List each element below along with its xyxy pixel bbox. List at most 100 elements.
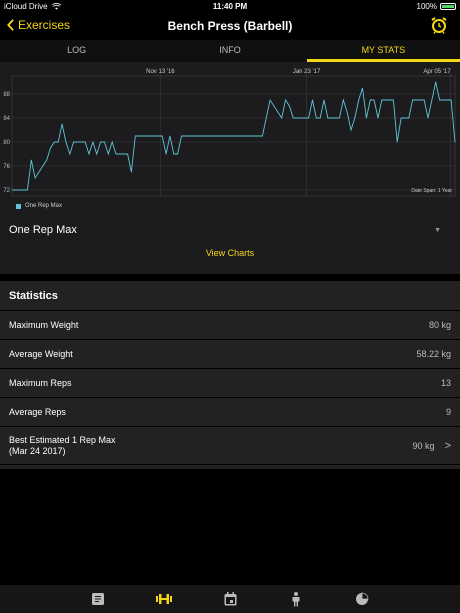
stat-row-maximum-weight: Maximum Weight 80 kg	[0, 311, 460, 340]
data-point	[412, 99, 413, 101]
metric-selector[interactable]: One Rep Max ▼	[9, 224, 441, 236]
chart-legend: One Rep Max	[16, 203, 62, 209]
data-point	[69, 153, 71, 155]
data-point	[77, 141, 78, 143]
data-point	[289, 105, 290, 107]
data-point	[23, 189, 24, 191]
person-icon	[292, 591, 300, 606]
data-point	[446, 99, 448, 101]
tab-workouts[interactable]	[89, 590, 107, 608]
data-point	[273, 105, 275, 107]
tab-exercises[interactable]	[155, 590, 173, 608]
y-tick-label: 84	[3, 116, 10, 122]
notebook-icon	[92, 593, 104, 605]
data-point	[65, 141, 67, 143]
data-point	[42, 165, 44, 167]
best-1rm-label: Best Estimated 1 Rep Max (Mar 24 2017)	[9, 435, 116, 457]
data-point	[423, 99, 425, 101]
tab-body[interactable]	[287, 590, 305, 608]
data-point	[192, 135, 194, 137]
tab-calendar[interactable]	[221, 590, 239, 608]
y-tick-label: 88	[3, 92, 10, 98]
data-point	[366, 117, 367, 119]
data-point	[393, 99, 394, 101]
data-point	[127, 153, 128, 155]
data-point	[327, 117, 329, 119]
data-point	[235, 135, 236, 137]
data-point	[184, 135, 186, 137]
data-point	[154, 135, 155, 137]
data-point	[238, 135, 240, 137]
data-point	[323, 99, 325, 101]
data-point	[104, 141, 105, 143]
stat-label: Maximum Weight	[9, 320, 79, 330]
clock: 11:40 PM	[212, 2, 248, 11]
view-charts-button[interactable]: View Charts	[0, 248, 460, 258]
stat-row-maximum-reps: Maximum Reps 13	[0, 369, 460, 398]
legend-swatch	[16, 203, 21, 209]
stat-label: Average Weight	[9, 349, 73, 359]
data-point	[304, 117, 306, 119]
data-point	[111, 141, 113, 143]
data-point	[15, 189, 17, 191]
data-point	[173, 153, 175, 155]
data-point	[196, 135, 198, 137]
nav-bar: Exercises Bench Press (Barbell)	[0, 14, 460, 38]
dumbbell-icon	[156, 594, 172, 604]
data-point	[61, 123, 63, 125]
alarm-clock-button[interactable]	[430, 16, 448, 39]
data-point	[57, 141, 59, 143]
data-point	[150, 135, 152, 137]
data-point	[396, 141, 398, 143]
x-tick-label: Apr 05 '17	[423, 69, 451, 75]
data-point	[46, 159, 48, 161]
data-point	[200, 135, 202, 137]
data-point	[296, 117, 298, 119]
data-point	[165, 153, 167, 155]
data-point	[50, 147, 51, 149]
best-1rm-value: 90 kg	[412, 440, 435, 451]
data-point	[427, 117, 429, 119]
data-point	[142, 135, 144, 137]
data-point	[439, 99, 440, 101]
data-point	[258, 135, 259, 137]
data-point	[123, 153, 125, 155]
data-point	[100, 141, 101, 143]
statistics-panel: Statistics Maximum Weight 80 kg Average …	[0, 281, 460, 469]
tab-info[interactable]: INFO	[153, 40, 306, 62]
data-point	[346, 111, 348, 113]
x-tick-label: Nov 13 '16	[146, 69, 175, 75]
data-point	[11, 189, 13, 191]
battery-icon	[440, 3, 456, 10]
data-point	[443, 99, 444, 101]
data-point	[250, 135, 252, 137]
date-span-annotation: Date Span: 1 Year	[411, 188, 452, 194]
tab-stats[interactable]	[353, 590, 371, 608]
data-point	[450, 99, 452, 101]
best-1rm-title: Best Estimated 1 Rep Max	[9, 434, 116, 445]
data-point	[227, 135, 229, 137]
data-point	[358, 99, 360, 101]
data-point	[335, 117, 336, 119]
data-point	[416, 99, 417, 101]
data-point	[285, 99, 286, 101]
data-point	[231, 135, 232, 137]
statistics-title: Statistics	[0, 281, 460, 311]
caret-down-icon: ▼	[434, 226, 441, 234]
status-right: 100%	[417, 2, 456, 11]
stat-row-best-1rm[interactable]: Best Estimated 1 Rep Max (Mar 24 2017) 9…	[0, 427, 460, 465]
tab-my-stats[interactable]: MY STATS	[306, 40, 460, 62]
stat-value: 9	[445, 407, 451, 417]
stat-label: Average Reps	[9, 407, 66, 417]
data-point	[312, 99, 313, 101]
data-point	[208, 135, 209, 137]
tab-log[interactable]: LOG	[0, 40, 153, 62]
data-point	[107, 153, 109, 155]
data-point	[219, 135, 221, 137]
one-rep-max-chart[interactable]: 72 76 80 84 88 Nov 13 '16 Jan 23 '17 Apr 05 '17…	[0, 62, 460, 202]
data-point	[319, 117, 321, 119]
data-point	[96, 153, 98, 155]
data-point	[350, 129, 352, 131]
data-point	[80, 141, 82, 143]
stat-value: 80 kg	[428, 320, 451, 330]
